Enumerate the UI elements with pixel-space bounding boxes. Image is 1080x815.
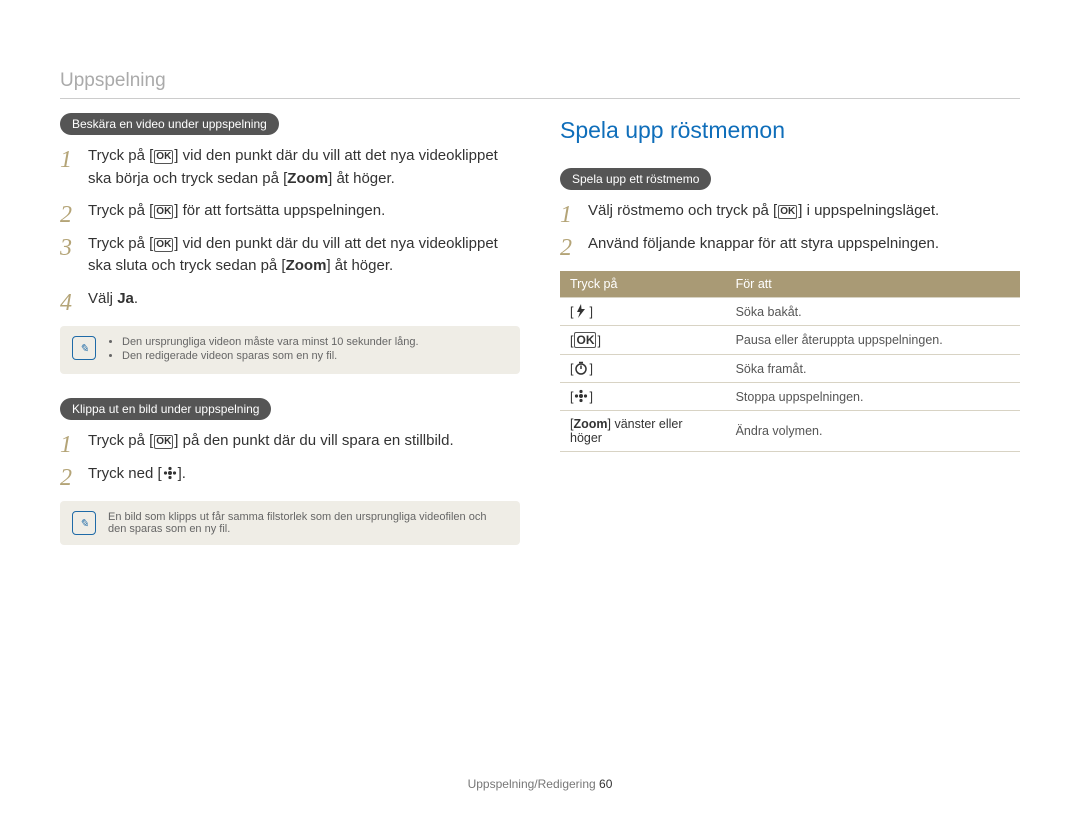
table-row: [] Söka bakåt. [560,298,1020,326]
step-item: Tryck på [OK] för att fortsätta uppspeln… [60,200,520,223]
table-row: [] Söka framåt. [560,355,1020,383]
steps-trim-video: Tryck på [OK] vid den punkt där du vill … [60,145,520,310]
step-item: Tryck på [OK] vid den punkt där du vill … [60,233,520,278]
step-item: Tryck ned []. [60,463,520,486]
page-section-title: Uppspelning [60,70,1020,92]
note-icon: ✎ [72,336,96,360]
step-item: Tryck på [OK] på den punkt där du vill s… [60,430,520,453]
subsection-pill-clip-image: Klippa ut en bild under uppspelning [60,398,271,420]
table-row: [Zoom] vänster eller höger Ändra volymen… [560,411,1020,452]
footer-label: Uppspelning/Redigering [468,777,596,791]
footer-page: 60 [599,777,612,791]
ok-icon: OK [778,205,797,219]
note-box: ✎ Den ursprungliga videon måste vara min… [60,326,520,374]
divider [60,98,1020,99]
table-row: [] Stoppa uppspelningen. [560,383,1020,411]
subsection-pill-play-voice: Spela upp ett röstmemo [560,168,711,190]
subsection-pill-trim-video: Beskära en video under uppspelning [60,113,279,135]
note-icon: ✎ [72,511,96,535]
ok-icon: OK [574,332,596,348]
steps-play-voice: Välj röstmemo och tryck på [OK] i uppspe… [560,200,1020,255]
note-item: Den redigerade videon sparas som en ny f… [122,350,506,362]
table-cell: Stoppa uppspelningen. [726,383,1020,411]
table-cell: Söka bakåt. [726,298,1020,326]
note-box: ✎ En bild som klipps ut får samma filsto… [60,501,520,545]
steps-clip-image: Tryck på [OK] på den punkt där du vill s… [60,430,520,485]
ok-icon: OK [154,435,173,449]
controls-table: Tryck på För att [] Söka bakåt. [OK] Pau… [560,271,1020,452]
left-column: Beskära en video under uppspelning Tryck… [60,113,520,569]
ok-icon: OK [154,150,173,164]
table-cell: Söka framåt. [726,355,1020,383]
timer-icon [573,361,589,375]
step-item: Tryck på [OK] vid den punkt där du vill … [60,145,520,190]
ok-icon: OK [154,205,173,219]
step-item: Använd följande knappar för att styra up… [560,233,1020,256]
step-item: Välj röstmemo och tryck på [OK] i uppspe… [560,200,1020,223]
note-item: Den ursprungliga videon måste vara minst… [122,336,506,348]
table-cell: Pausa eller återuppta uppspelningen. [726,326,1020,355]
table-cell: Ändra volymen. [726,411,1020,452]
flash-icon [573,304,589,318]
table-header: För att [726,271,1020,298]
ok-icon: OK [154,238,173,252]
note-text: En bild som klipps ut får samma filstorl… [108,511,486,535]
table-row: [OK] Pausa eller återuppta uppspelningen… [560,326,1020,355]
right-column: Spela upp röstmemon Spela upp ett röstme… [560,113,1020,569]
flower-icon [162,466,178,480]
step-item: Välj Ja. [60,288,520,311]
flower-icon [573,389,589,403]
footer: Uppspelning/Redigering 60 [0,777,1080,791]
table-header: Tryck på [560,271,726,298]
section-title-voice: Spela upp röstmemon [560,117,1020,144]
